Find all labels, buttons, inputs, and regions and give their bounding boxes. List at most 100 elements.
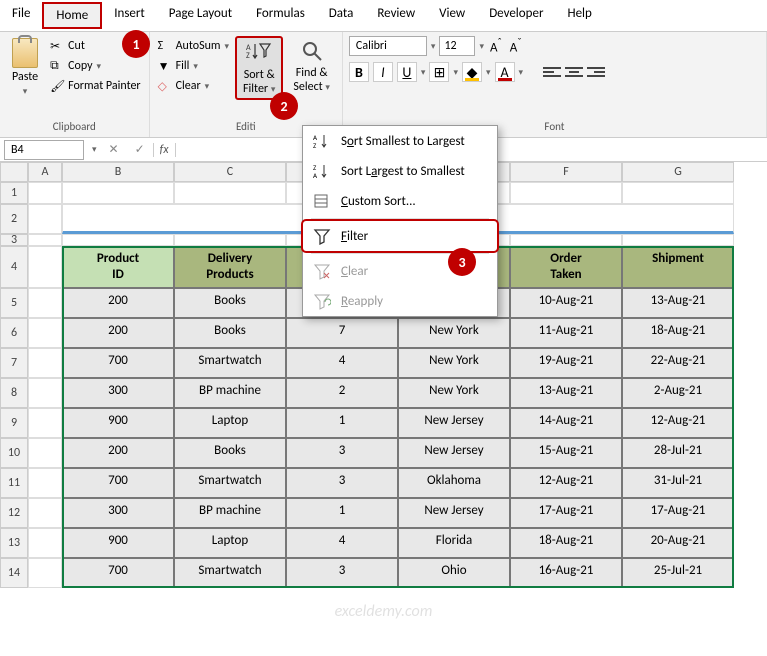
cell[interactable]: 11-Aug-21 <box>510 318 622 348</box>
cell[interactable]: 10-Aug-21 <box>510 288 622 318</box>
grow-font-button[interactable]: Aˆ <box>488 36 504 55</box>
cell[interactable] <box>510 234 622 246</box>
row-header[interactable]: 12 <box>0 498 28 528</box>
cell[interactable]: 1 <box>286 408 398 438</box>
cell[interactable]: New Jersey <box>398 498 510 528</box>
cell[interactable]: 16-Aug-21 <box>510 558 622 588</box>
clear-button[interactable]: ◇Clear▾ <box>156 78 231 94</box>
cell[interactable]: 300 <box>62 378 174 408</box>
cell[interactable] <box>28 234 62 246</box>
cell[interactable] <box>28 498 62 528</box>
cell[interactable]: 3 <box>286 558 398 588</box>
paste-button[interactable]: Paste ▾ <box>6 36 44 99</box>
cell[interactable] <box>28 378 62 408</box>
cell[interactable] <box>62 234 174 246</box>
font-name-select[interactable]: Calibri <box>349 36 427 56</box>
cell[interactable]: Books <box>174 438 286 468</box>
cell[interactable]: Shipment <box>622 246 734 288</box>
col-header[interactable]: F <box>510 162 622 182</box>
border-button[interactable]: ⊞ <box>429 62 449 82</box>
cell[interactable]: 1 <box>286 498 398 528</box>
align-right-button[interactable] <box>587 65 605 79</box>
cell[interactable]: 700 <box>62 348 174 378</box>
row-header[interactable]: 6 <box>0 318 28 348</box>
cell[interactable]: Laptop <box>174 528 286 558</box>
row-header[interactable]: 1 <box>0 182 28 204</box>
cell[interactable]: 3 <box>286 438 398 468</box>
cell[interactable]: 12-Aug-21 <box>510 468 622 498</box>
cell[interactable]: Oklahoma <box>398 468 510 498</box>
cell[interactable]: ProductID <box>62 246 174 288</box>
cell[interactable]: Florida <box>398 528 510 558</box>
cell[interactable] <box>622 234 734 246</box>
cell[interactable]: 700 <box>62 558 174 588</box>
bold-button[interactable]: B <box>349 62 369 82</box>
select-all-corner[interactable] <box>0 162 28 182</box>
italic-button[interactable]: I <box>373 62 393 82</box>
menu-page-layout[interactable]: Page Layout <box>157 2 244 29</box>
menu-formulas[interactable]: Formulas <box>244 2 317 29</box>
cell[interactable]: New York <box>398 318 510 348</box>
cell[interactable]: 18-Aug-21 <box>622 318 734 348</box>
align-center-button[interactable] <box>565 65 583 79</box>
sort-filter-button[interactable]: AZ Sort & Filter ▾ <box>235 36 283 100</box>
cell[interactable]: 300 <box>62 498 174 528</box>
cell[interactable] <box>28 468 62 498</box>
col-header[interactable]: C <box>174 162 286 182</box>
cell[interactable]: 12-Aug-21 <box>622 408 734 438</box>
cell[interactable]: Smartwatch <box>174 558 286 588</box>
row-header[interactable]: 9 <box>0 408 28 438</box>
menu-data[interactable]: Data <box>317 2 366 29</box>
row-header[interactable]: 4 <box>0 246 28 288</box>
cell[interactable]: OrderTaken <box>510 246 622 288</box>
cell[interactable]: 15-Aug-21 <box>510 438 622 468</box>
menu-help[interactable]: Help <box>555 2 603 29</box>
row-header[interactable]: 14 <box>0 558 28 588</box>
cell[interactable] <box>174 182 286 204</box>
dropdown-custom-sort-[interactable]: Custom Sort... <box>303 186 497 216</box>
copy-button[interactable]: ⧉Copy▾ <box>48 58 143 74</box>
cell[interactable]: Ohio <box>398 558 510 588</box>
dropdown-sort-largest-to-smallest[interactable]: ZASort Largest to Smallest <box>303 156 497 186</box>
row-header[interactable]: 13 <box>0 528 28 558</box>
menu-home[interactable]: Home <box>42 2 102 29</box>
menu-view[interactable]: View <box>427 2 477 29</box>
cell[interactable]: 4 <box>286 348 398 378</box>
cell[interactable]: 28-Jul-21 <box>622 438 734 468</box>
fill-color-button[interactable]: ◆ <box>462 62 482 82</box>
font-size-select[interactable]: 12 <box>439 36 475 56</box>
cell[interactable]: 18-Aug-21 <box>510 528 622 558</box>
menu-file[interactable]: File <box>0 2 42 29</box>
cell[interactable]: 17-Aug-21 <box>622 498 734 528</box>
menu-developer[interactable]: Developer <box>477 2 555 29</box>
cell[interactable] <box>28 204 62 234</box>
cell[interactable]: 17-Aug-21 <box>510 498 622 528</box>
cell[interactable] <box>28 438 62 468</box>
cell[interactable] <box>510 182 622 204</box>
font-color-button[interactable]: A <box>495 62 515 82</box>
cell[interactable]: 700 <box>62 468 174 498</box>
row-header[interactable]: 10 <box>0 438 28 468</box>
cell[interactable]: Books <box>174 288 286 318</box>
cell[interactable]: New York <box>398 348 510 378</box>
cell[interactable]: 200 <box>62 318 174 348</box>
cell[interactable]: 900 <box>62 528 174 558</box>
row-header[interactable]: 8 <box>0 378 28 408</box>
format-painter-button[interactable]: 🖌Format Painter <box>48 78 143 94</box>
align-left-button[interactable] <box>543 65 561 79</box>
cell[interactable]: 200 <box>62 288 174 318</box>
row-header[interactable]: 7 <box>0 348 28 378</box>
menu-review[interactable]: Review <box>365 2 427 29</box>
menu-insert[interactable]: Insert <box>102 2 157 29</box>
cell[interactable] <box>622 182 734 204</box>
cell[interactable]: 900 <box>62 408 174 438</box>
cell[interactable]: Smartwatch <box>174 348 286 378</box>
find-select-button[interactable]: Find & Select ▾ <box>287 36 336 96</box>
cell[interactable]: 13-Aug-21 <box>622 288 734 318</box>
cell[interactable]: 14-Aug-21 <box>510 408 622 438</box>
cell[interactable] <box>28 558 62 588</box>
cell[interactable]: BP machine <box>174 378 286 408</box>
col-header[interactable]: G <box>622 162 734 182</box>
cell[interactable]: 20-Aug-21 <box>622 528 734 558</box>
fill-button[interactable]: ▼Fill▾ <box>156 58 231 74</box>
